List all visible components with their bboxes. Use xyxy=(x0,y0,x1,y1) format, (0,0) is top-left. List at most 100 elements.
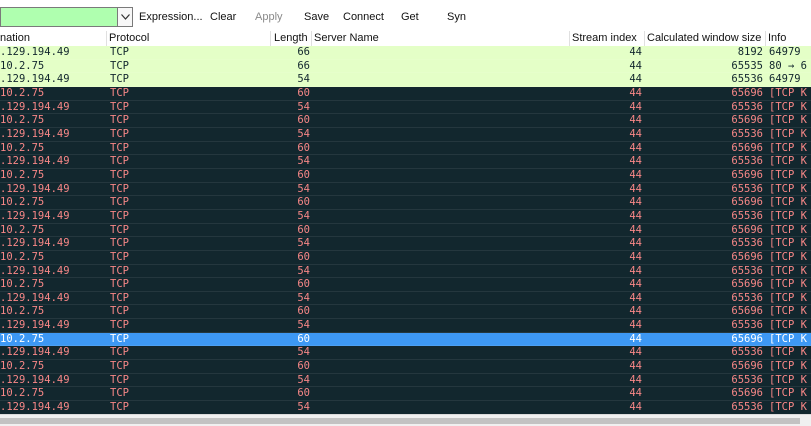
cell-protocol: TCP xyxy=(110,360,129,373)
filter-button-syn[interactable]: Syn xyxy=(447,10,466,24)
cell-info: [TCP K xyxy=(769,237,807,250)
column-divider[interactable] xyxy=(270,31,271,46)
cell-stream-index: 44 xyxy=(629,141,642,154)
column-header-length[interactable]: Length xyxy=(274,32,308,45)
cell-protocol: TCP xyxy=(110,387,129,400)
chevron-down-icon xyxy=(121,14,130,20)
table-row[interactable]: .129.194.49 TCP 54 44 65536 [TCP K xyxy=(0,401,811,415)
cell-protocol: TCP xyxy=(110,237,129,250)
column-header-protocol[interactable]: Protocol xyxy=(109,32,149,45)
cell-window-size: 65696 xyxy=(731,387,763,400)
cell-destination: 10.2.75 xyxy=(0,387,45,400)
filter-button-save[interactable]: Save xyxy=(304,10,329,24)
cell-destination: 10.2.75 xyxy=(0,305,45,318)
clear-button[interactable]: Clear xyxy=(210,10,236,24)
table-row[interactable]: 10.2.75 TCP 60 44 65696 [TCP K xyxy=(0,305,811,320)
cell-window-size: 65696 xyxy=(731,278,763,291)
table-row[interactable]: 10.2.75 TCP 60 44 65696 [TCP K xyxy=(0,168,811,183)
expression-button[interactable]: Expression... xyxy=(139,10,203,24)
cell-info: [TCP K xyxy=(769,319,807,332)
column-header-server-name[interactable]: Server Name xyxy=(314,32,379,45)
cell-window-size: 65536 xyxy=(731,209,763,222)
cell-destination: .129.194.49 xyxy=(0,291,70,304)
cell-length: 60 xyxy=(297,387,310,400)
table-row[interactable]: .129.194.49 TCP 54 44 65536 [TCP K xyxy=(0,264,811,279)
horizontal-scrollbar[interactable] xyxy=(0,414,811,426)
table-row[interactable]: 10.2.75 TCP 60 44 65696 [TCP K xyxy=(0,250,811,265)
table-row[interactable]: 10.2.75 TCP 66 44 65535 80 → 6 xyxy=(0,59,811,74)
filter-button-connect[interactable]: Connect xyxy=(343,10,384,24)
cell-length: 54 xyxy=(297,127,310,140)
cell-length: 54 xyxy=(297,155,310,168)
cell-window-size: 65696 xyxy=(731,141,763,154)
table-row-selected[interactable]: 10.2.75 TCP 60 44 65696 [TCP K xyxy=(0,332,811,347)
cell-window-size: 65536 xyxy=(731,100,763,113)
cell-stream-index: 44 xyxy=(629,168,642,181)
apply-button[interactable]: Apply xyxy=(255,10,283,24)
cell-length: 54 xyxy=(297,182,310,195)
table-row[interactable]: .129.194.49 TCP 54 44 65536 [TCP K xyxy=(0,373,811,388)
table-row[interactable]: 10.2.75 TCP 60 44 65696 [TCP K xyxy=(0,196,811,210)
table-row[interactable]: .129.194.49 TCP 54 44 65536 64979 xyxy=(0,73,811,87)
cell-destination: 10.2.75 xyxy=(0,114,45,127)
cell-protocol: TCP xyxy=(110,346,129,359)
cell-stream-index: 44 xyxy=(629,114,642,127)
table-row[interactable]: .129.194.49 TCP 54 44 65536 [TCP K xyxy=(0,346,811,361)
column-divider[interactable] xyxy=(311,31,312,46)
cell-protocol: TCP xyxy=(110,196,129,209)
table-row[interactable]: .129.194.49 TCP 54 44 65536 [TCP K xyxy=(0,182,811,197)
column-header-window-size[interactable]: Calculated window size xyxy=(647,32,761,45)
cell-protocol: TCP xyxy=(110,168,129,181)
table-row[interactable]: 10.2.75 TCP 60 44 65696 [TCP K xyxy=(0,114,811,128)
cell-info: [TCP K xyxy=(769,127,807,140)
cell-protocol: TCP xyxy=(110,373,129,386)
cell-window-size: 65696 xyxy=(731,86,763,99)
cell-window-size: 65696 xyxy=(731,196,763,209)
scrollbar-thumb[interactable] xyxy=(0,418,800,424)
cell-window-size: 65696 xyxy=(731,223,763,236)
table-row[interactable]: .129.194.49 TCP 54 44 65536 [TCP K xyxy=(0,291,811,306)
table-row[interactable]: .129.194.49 TCP 54 44 65536 [TCP K xyxy=(0,319,811,333)
column-header-info[interactable]: Info xyxy=(768,32,786,45)
table-row[interactable]: 10.2.75 TCP 60 44 65696 [TCP K xyxy=(0,278,811,292)
table-row[interactable]: 10.2.75 TCP 60 44 65696 [TCP K xyxy=(0,86,811,101)
column-header-stream-index[interactable]: Stream index xyxy=(572,32,637,45)
column-header-destination[interactable]: nation xyxy=(0,32,30,45)
cell-destination: .129.194.49 xyxy=(0,73,70,86)
table-row[interactable]: .129.194.49 TCP 54 44 65536 [TCP K xyxy=(0,100,811,115)
table-row[interactable]: 10.2.75 TCP 60 44 65696 [TCP K xyxy=(0,223,811,238)
filter-history-dropdown[interactable] xyxy=(117,7,133,27)
cell-destination: .129.194.49 xyxy=(0,401,70,414)
column-divider[interactable] xyxy=(644,31,645,46)
cell-destination: .129.194.49 xyxy=(0,127,70,140)
table-row[interactable]: .129.194.49 TCP 54 44 65536 [TCP K xyxy=(0,237,811,251)
table-row[interactable]: .129.194.49 TCP 54 44 65536 [TCP K xyxy=(0,209,811,224)
cell-length: 54 xyxy=(297,100,310,113)
cell-protocol: TCP xyxy=(110,155,129,168)
cell-info: [TCP K xyxy=(769,100,807,113)
table-row[interactable]: 10.2.75 TCP 60 44 65696 [TCP K xyxy=(0,387,811,402)
cell-length: 54 xyxy=(297,401,310,414)
column-divider[interactable] xyxy=(765,31,766,46)
table-row[interactable]: .129.194.49 TCP 54 44 65536 [TCP K xyxy=(0,127,811,142)
column-divider[interactable] xyxy=(569,31,570,46)
cell-info: [TCP K xyxy=(769,332,807,345)
cell-info: [TCP K xyxy=(769,360,807,373)
cell-protocol: TCP xyxy=(110,278,129,291)
table-row[interactable]: .129.194.49 TCP 54 44 65536 [TCP K xyxy=(0,155,811,169)
table-row[interactable]: 10.2.75 TCP 60 44 65696 [TCP K xyxy=(0,141,811,156)
column-divider[interactable] xyxy=(106,31,107,46)
table-row[interactable]: 10.2.75 TCP 60 44 65696 [TCP K xyxy=(0,360,811,374)
cell-stream-index: 44 xyxy=(629,332,642,345)
cell-info: [TCP K xyxy=(769,387,807,400)
cell-length: 60 xyxy=(297,141,310,154)
cell-stream-index: 44 xyxy=(629,46,642,58)
cell-protocol: TCP xyxy=(110,332,129,345)
cell-window-size: 65536 xyxy=(731,346,763,359)
display-filter-toolbar: Expression... Clear Apply Save Connect G… xyxy=(0,0,811,32)
filter-button-get[interactable]: Get xyxy=(401,10,419,24)
table-row[interactable]: .129.194.49 TCP 66 44 8192 64979 xyxy=(0,46,811,60)
cell-info: [TCP K xyxy=(769,196,807,209)
cell-stream-index: 44 xyxy=(629,360,642,373)
display-filter-input[interactable] xyxy=(0,7,117,27)
